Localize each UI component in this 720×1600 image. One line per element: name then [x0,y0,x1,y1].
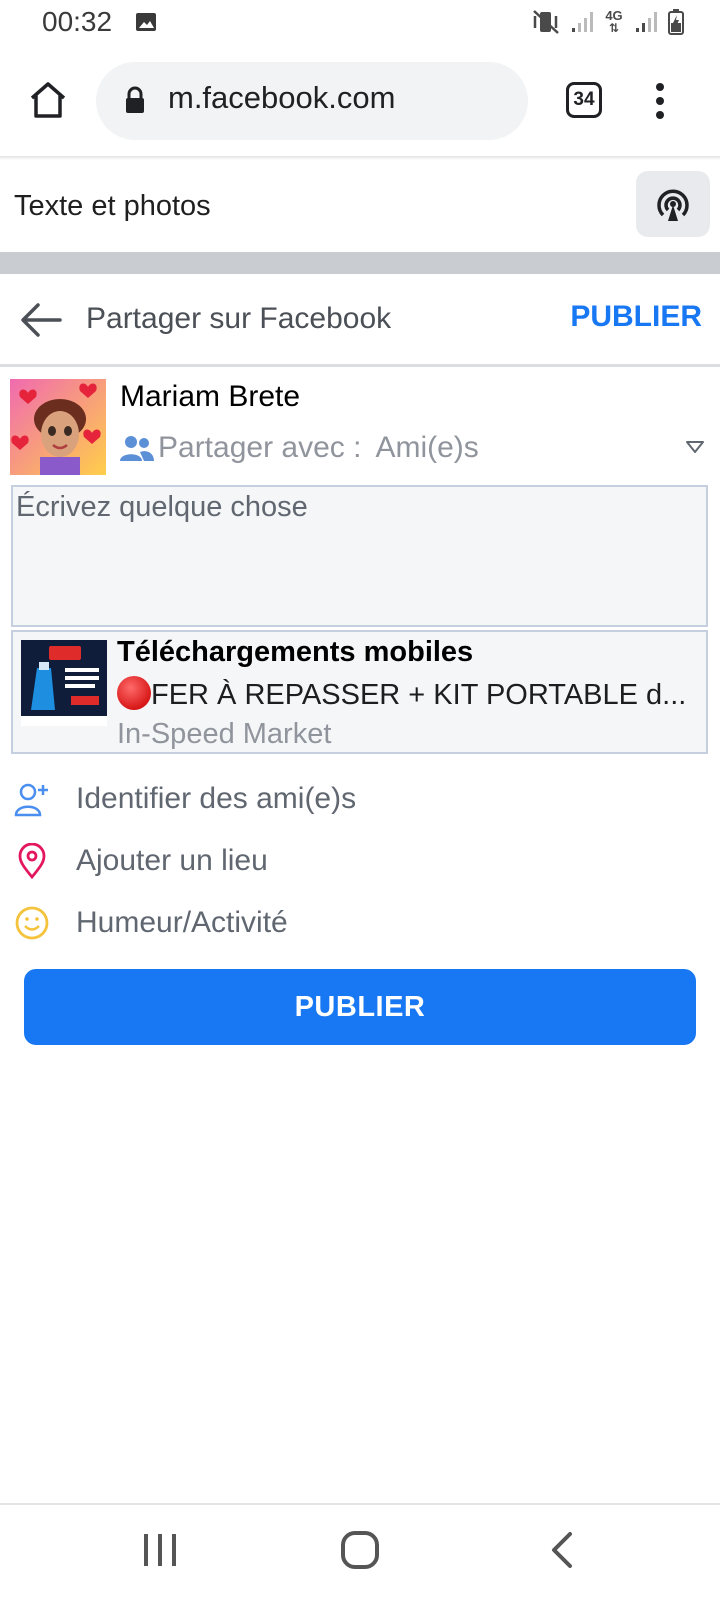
audience-label: Partager avec : [158,431,362,464]
composer-title: Partager sur Facebook [86,302,392,335]
broadcast-icon [657,189,689,221]
back-button-icon[interactable] [548,1530,576,1570]
url-text[interactable]: m.facebook.com [168,80,395,116]
nav-bar-divider [0,1503,720,1505]
attachment-description: FER À REPASSER + KIT PORTABLE d... [117,676,697,712]
chevron-down-icon [686,441,704,453]
publish-header-button[interactable]: PUBLIER [570,300,702,334]
red-circle-icon [117,676,151,710]
battery-charging-icon [668,9,684,35]
signal-strength-2-icon [636,12,657,32]
home-button-icon[interactable] [340,1530,380,1570]
attachment-thumbnail [21,640,107,726]
status-icons: 4G ⇅ [532,8,684,36]
user-name: Mariam Brete [120,380,301,413]
shared-link-preview[interactable]: Téléchargements mobiles FER À REPASSER +… [11,630,708,754]
back-arrow-icon[interactable] [20,302,62,338]
status-time: 00:32 [42,6,113,37]
page-mode-title: Texte et photos [14,190,211,222]
post-text-input[interactable] [11,485,708,627]
attachment-title: Téléchargements mobiles [117,636,474,668]
audience-value: Ami(e)s [375,431,479,464]
tag-friends-option[interactable]: Identifier des ami(e)s [12,774,702,824]
signal-strength-icon [572,12,593,32]
friends-icon [120,436,154,461]
add-location-label: Ajouter un lieu [76,844,268,877]
toolbar-shadow [0,156,720,160]
overflow-menu-icon[interactable] [655,82,665,120]
gallery-notification-icon [136,13,156,31]
tag-friends-label: Identifier des ami(e)s [76,782,357,815]
location-pin-icon [18,843,46,879]
home-icon[interactable] [26,78,70,122]
cast-button[interactable] [636,171,710,237]
recent-apps-icon[interactable] [142,1532,178,1568]
mood-activity-label: Humeur/Activité [76,906,288,939]
tag-friends-icon [14,783,48,817]
publish-button[interactable]: PUBLIER [24,969,696,1045]
header-divider [0,364,720,367]
tab-switcher-button[interactable]: 34 [566,82,602,118]
network-4g-indicator: 4G ⇅ [605,8,623,35]
avatar[interactable] [10,379,106,475]
add-location-option[interactable]: Ajouter un lieu [12,836,702,886]
attachment-description-text: FER À REPASSER + KIT PORTABLE d... [151,679,687,711]
lock-icon[interactable] [124,86,146,114]
vibrate-mute-icon [533,10,559,34]
audience-selector[interactable]: Partager avec : Ami(e)s [120,428,705,468]
section-divider [0,252,720,274]
smiley-icon [15,906,49,940]
attachment-source: In-Speed Market [117,718,332,750]
mood-activity-option[interactable]: Humeur/Activité [12,898,702,948]
